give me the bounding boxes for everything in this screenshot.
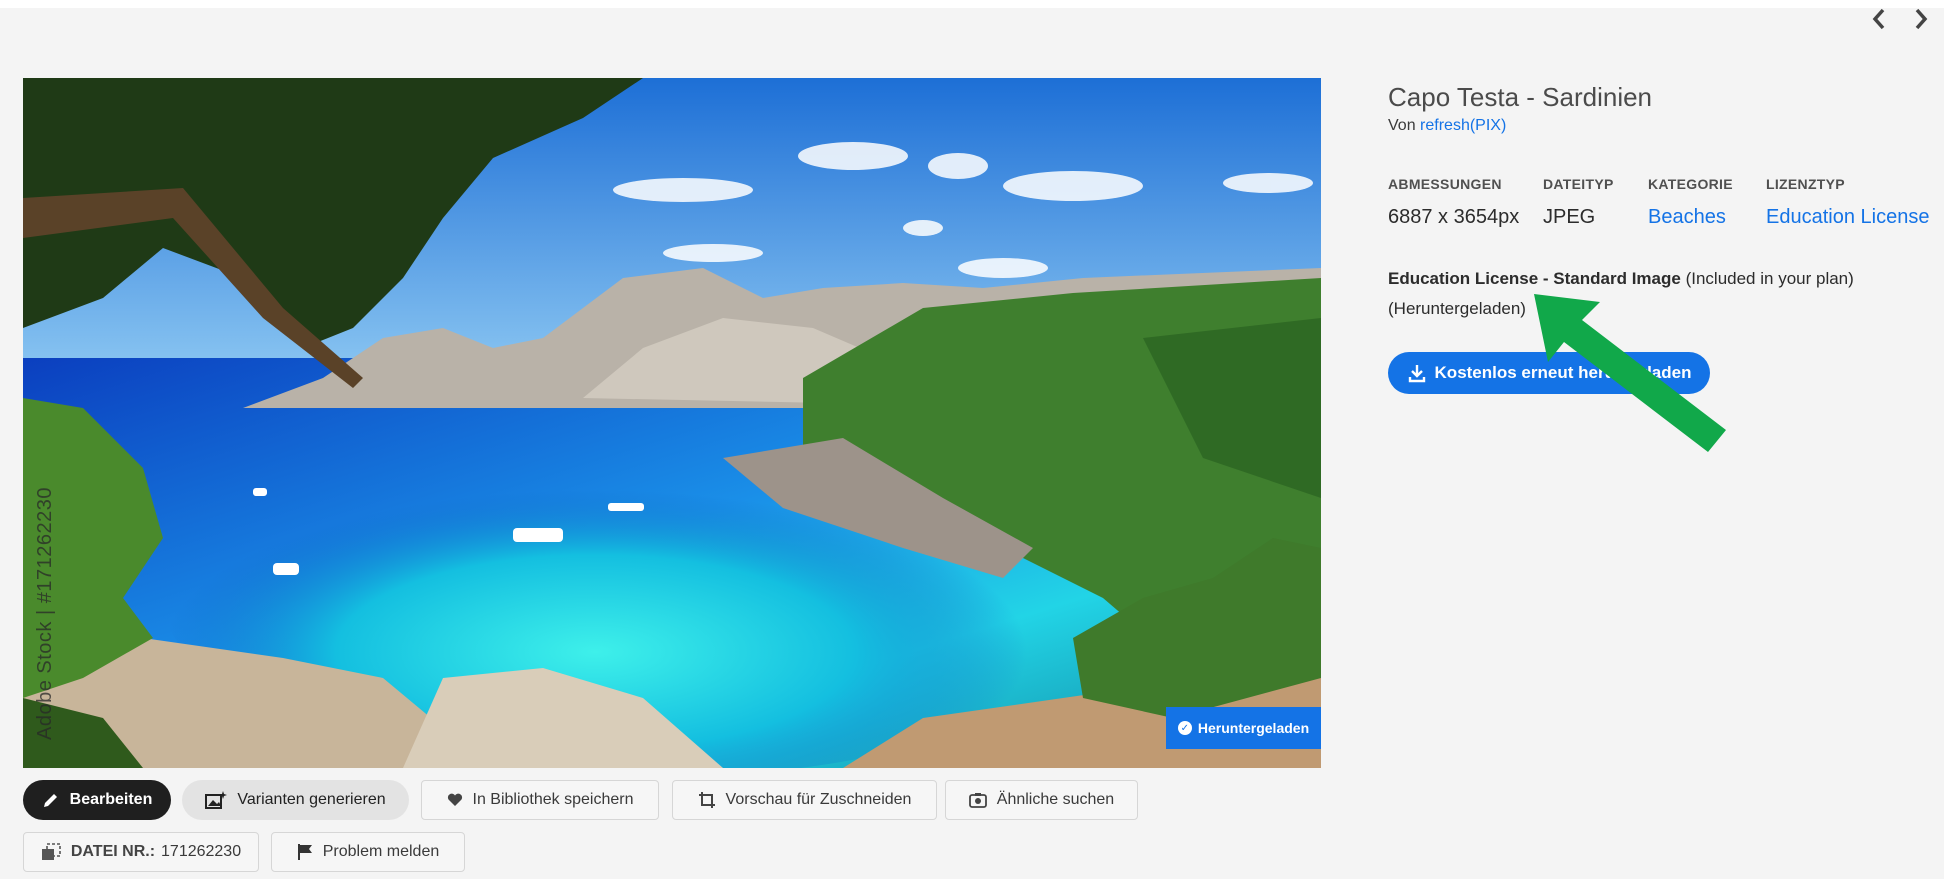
image-sparkle-icon <box>205 790 228 810</box>
report-problem-button[interactable]: Problem melden <box>271 832 465 872</box>
meta-license-type: LIZENZTYP Education License <box>1766 176 1929 229</box>
chevron-right-icon <box>1915 8 1928 30</box>
download-icon <box>1407 363 1427 383</box>
meta-value: JPEG <box>1543 206 1596 228</box>
category-link[interactable]: Beaches <box>1648 206 1733 229</box>
meta-file-type: DATEITYP JPEG <box>1543 176 1614 229</box>
file-number-value: 171262230 <box>161 843 242 860</box>
next-asset-button[interactable] <box>1908 4 1934 34</box>
flag-icon <box>297 843 313 861</box>
stock-watermark: Adobe Stock | #171262230 <box>34 487 56 740</box>
previous-asset-button[interactable] <box>1866 4 1892 34</box>
crop-preview-label: Vorschau für Zuschneiden <box>725 791 912 808</box>
downloaded-badge-label: Heruntergeladen <box>1197 720 1310 736</box>
license-status: (Heruntergeladen) <box>1388 299 1526 318</box>
asset-title: Capo Testa - Sardinien <box>1388 82 1653 112</box>
meta-value: 6887 x 3654px <box>1388 206 1520 228</box>
meta-category: KATEGORIE Beaches <box>1648 176 1733 229</box>
meta-dimensions: ABMESSUNGEN 6887 x 3654px <box>1388 176 1519 229</box>
file-number-field: DATEI NR.: 171262230 <box>23 832 259 872</box>
author-link[interactable]: refresh(PIX) <box>1420 117 1506 134</box>
file-number-label: DATEI NR.: <box>70 843 156 860</box>
meta-label: DATEITYP <box>1543 176 1614 192</box>
annotation-arrow-icon <box>1534 294 1726 452</box>
check-circle-icon: ✓ <box>1177 721 1192 735</box>
license-plan-note: (Included in your plan) <box>1685 269 1854 288</box>
author-byline: Von refresh(PIX) <box>1388 117 1506 135</box>
save-to-library-label: In Bibliothek speichern <box>472 791 634 808</box>
pencil-icon <box>42 791 60 809</box>
crop-preview-button[interactable]: Vorschau für Zuschneiden <box>672 780 937 820</box>
crop-icon <box>698 791 716 809</box>
license-name: Education License - Standard Image <box>1388 269 1681 288</box>
report-problem-label: Problem melden <box>322 843 440 860</box>
meta-label: LIZENZTYP <box>1766 176 1845 192</box>
asset-preview-image[interactable] <box>23 78 1321 768</box>
camera-icon <box>968 792 987 808</box>
save-to-library-button[interactable]: In Bibliothek speichern <box>421 780 659 820</box>
byline-prefix: Von <box>1388 117 1416 134</box>
downloaded-badge: ✓ Heruntergeladen <box>1166 707 1321 749</box>
find-similar-label: Ähnliche suchen <box>996 791 1115 808</box>
meta-label: ABMESSUNGEN <box>1388 176 1502 192</box>
meta-label: KATEGORIE <box>1648 176 1733 192</box>
generate-variants-button[interactable]: Varianten generieren <box>182 780 409 820</box>
find-similar-button[interactable]: Ähnliche suchen <box>945 780 1138 820</box>
chevron-left-icon <box>1872 8 1885 30</box>
file-copy-icon <box>41 843 61 861</box>
edit-button[interactable]: Bearbeiten <box>23 780 171 820</box>
edit-button-label: Bearbeiten <box>69 791 153 808</box>
generate-variants-label: Varianten generieren <box>237 791 386 808</box>
license-type-link[interactable]: Education License <box>1766 206 1929 229</box>
heart-icon <box>447 793 463 807</box>
